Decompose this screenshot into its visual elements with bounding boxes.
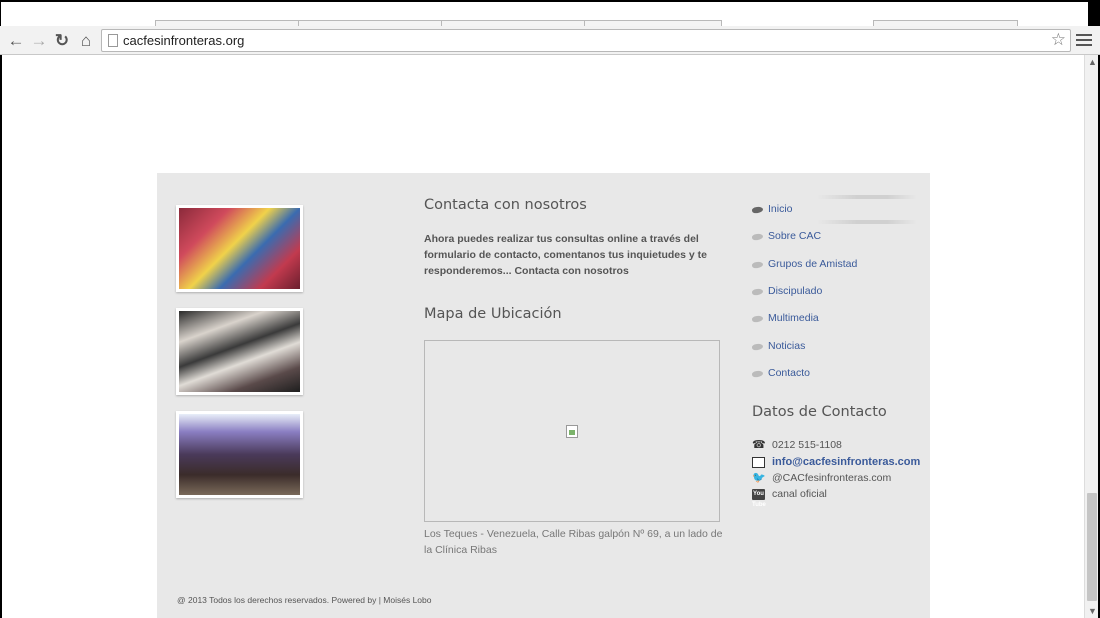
menu-item-label[interactable]: Contacto (768, 367, 810, 379)
reload-icon[interactable]: ↻ (51, 30, 73, 52)
mail-icon (752, 457, 765, 468)
menu-item-grupos-de-amistad[interactable]: Grupos de Amistad (751, 257, 917, 275)
youtube-icon: You Tube (752, 489, 766, 508)
menu-item-contacto[interactable]: Contacto (751, 366, 917, 384)
photo-group-image (179, 208, 300, 289)
bullet-icon (751, 370, 764, 378)
menu-item-noticias[interactable]: Noticias (751, 339, 917, 357)
bookmark-star-icon[interactable]: ☆ (1051, 30, 1066, 50)
tab-strip (0, 0, 1100, 26)
home-icon[interactable]: ⌂ (75, 30, 97, 52)
scrollbar-thumb[interactable] (1087, 493, 1097, 601)
email-link[interactable]: info@cacfesinfronteras.com (772, 456, 920, 468)
bullet-icon (751, 315, 764, 323)
menu-item-label[interactable]: Sobre CAC (768, 230, 821, 242)
gallery-photo-3[interactable] (176, 411, 303, 498)
contact-description: Ahora puedes realizar tus consultas onli… (424, 233, 707, 277)
menu-divider (817, 220, 917, 224)
youtube-channel[interactable]: canal oficial (772, 488, 827, 500)
screen-border-left (0, 0, 1, 26)
address-text: Los Teques - Venezuela, Calle Ribas galp… (424, 528, 723, 556)
twitter-row: 🐦 @CACfesinfronteras.com (752, 472, 932, 487)
forward-icon[interactable]: → (28, 30, 50, 52)
contact-data-title: Datos de Contacto (752, 404, 887, 420)
phone-number: 0212 515-1108 (772, 439, 842, 451)
phone-row: ☎ 0212 515-1108 (752, 439, 932, 454)
address-bar[interactable]: cacfesinfronteras.org ☆ (101, 29, 1071, 52)
menu-item-inicio[interactable]: Inicio (751, 202, 917, 220)
phone-icon: ☎ (752, 439, 766, 451)
screen-border-top (0, 0, 1100, 2)
copyright-text: @ 2013 Todos los derechos reservados. Po… (177, 595, 432, 605)
bullet-icon (751, 261, 764, 269)
screen-border-left (0, 55, 2, 618)
url-text[interactable]: cacfesinfronteras.org (123, 33, 244, 48)
bullet-icon (751, 233, 764, 241)
scroll-up-icon[interactable]: ▲ (1088, 57, 1097, 67)
menu-item-label[interactable]: Grupos de Amistad (768, 258, 857, 270)
gallery-photo-1[interactable] (176, 205, 303, 292)
menu-item-label[interactable]: Inicio (768, 203, 793, 215)
location-map[interactable] (424, 340, 720, 522)
browser-menu-icon[interactable] (1076, 31, 1092, 49)
back-icon[interactable]: ← (5, 30, 27, 52)
menu-item-sobre-cac[interactable]: Sobre CAC (751, 229, 917, 247)
youtube-row: You Tube canal oficial (752, 488, 932, 508)
gallery-photo-2[interactable] (176, 308, 303, 395)
bullet-icon (751, 288, 764, 296)
broken-image-icon (566, 425, 578, 438)
menu-item-label[interactable]: Noticias (768, 340, 805, 352)
twitter-bird-icon: 🐦 (752, 472, 766, 484)
menu-item-label[interactable]: Multimedia (768, 312, 819, 324)
scroll-down-icon[interactable]: ▼ (1088, 606, 1097, 616)
vertical-scrollbar[interactable]: ▲ ▼ (1084, 55, 1098, 618)
bullet-icon (751, 343, 764, 351)
twitter-handle[interactable]: @CACfesinfronteras.com (772, 472, 891, 484)
menu-item-discipulado[interactable]: Discipulado (751, 284, 917, 302)
email-row: info@cacfesinfronteras.com (752, 456, 932, 471)
menu-item-label[interactable]: Discipulado (768, 285, 822, 297)
map-title: Mapa de Ubicación (424, 306, 562, 322)
screen-border-right (1088, 0, 1100, 26)
browser-toolbar: ← → ↻ ⌂ cacfesinfronteras.org ☆ (0, 26, 1100, 55)
bullet-icon (751, 206, 764, 214)
photo-congregation-image (179, 414, 300, 495)
menu-divider (817, 195, 917, 199)
photo-hands-image (179, 311, 300, 392)
contact-title: Contacta con nosotros (424, 197, 587, 213)
page-icon (108, 34, 118, 47)
menu-item-multimedia[interactable]: Multimedia (751, 311, 917, 329)
site-footer: Contacta con nosotros Ahora puedes reali… (157, 173, 930, 618)
